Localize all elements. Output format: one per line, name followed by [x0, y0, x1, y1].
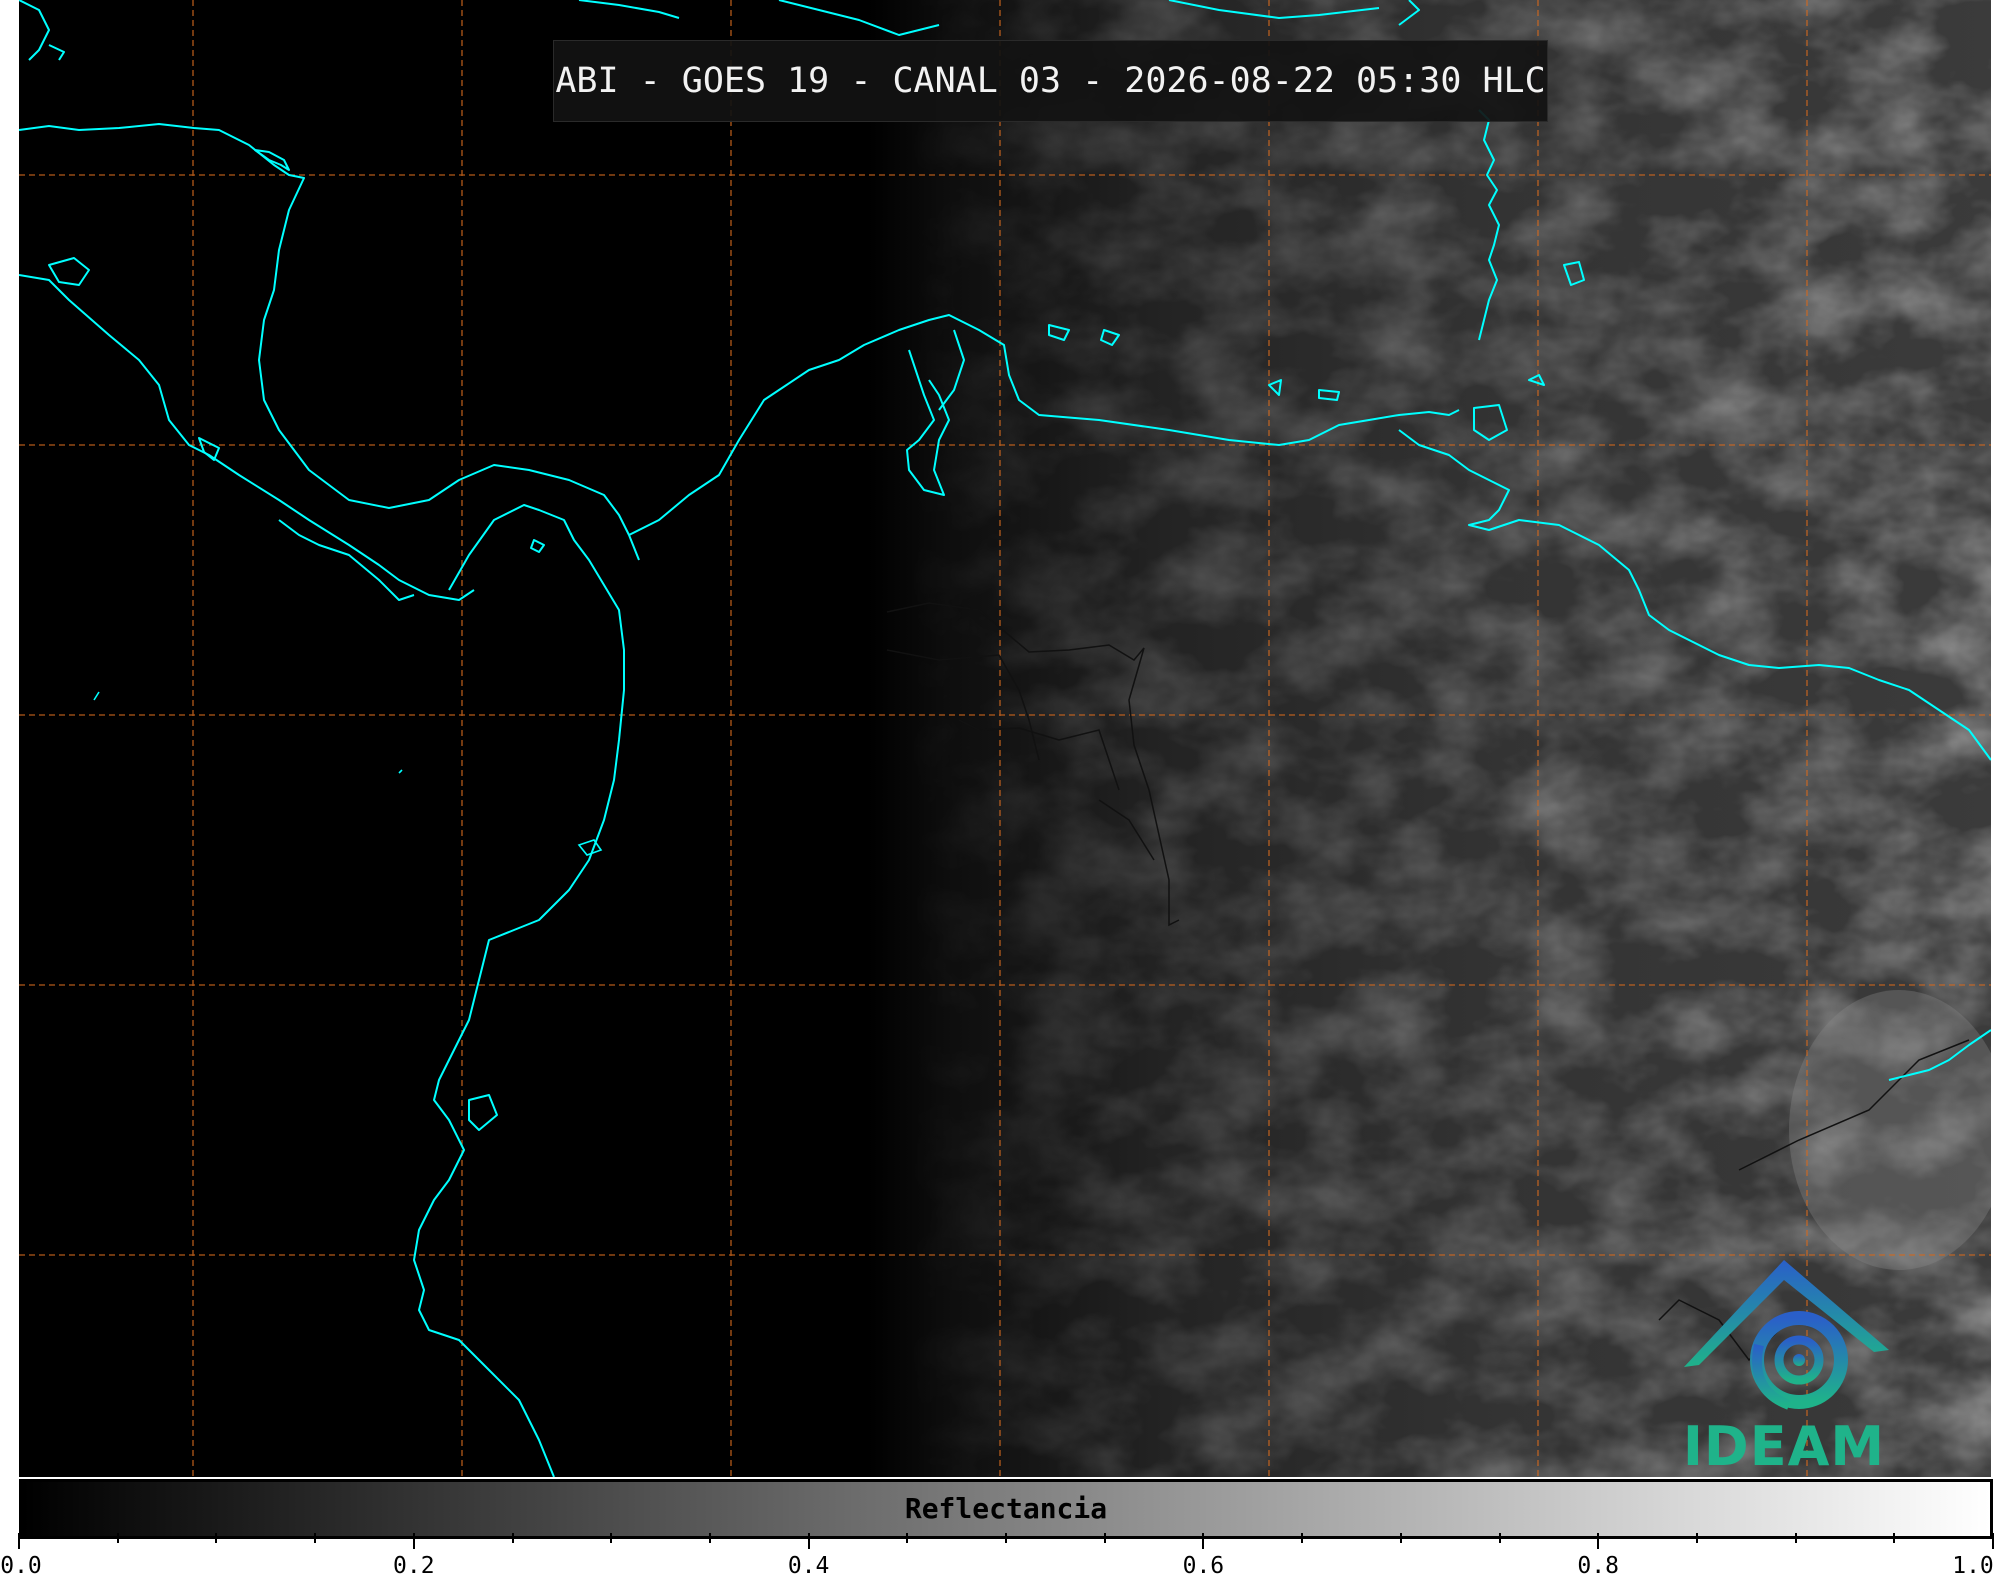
major-tick — [807, 1533, 810, 1549]
major-tick — [1992, 1533, 1994, 1549]
minor-tick — [906, 1533, 909, 1543]
minor-tick — [215, 1533, 218, 1543]
minor-tick — [1695, 1533, 1698, 1543]
minor-tick — [1103, 1533, 1106, 1543]
colorbar-label: Reflectancia — [904, 1492, 1108, 1525]
minor-tick — [1399, 1533, 1402, 1543]
colorbar-tick-label: 0.6 — [1182, 1553, 1225, 1579]
colorbar-tick-label: 0.4 — [787, 1553, 830, 1579]
colorbar-ticks: 0.0 0.2 0.4 0.6 0.8 1.0 — [0, 1533, 2011, 1579]
map-title: ABI - GOES 19 - CANAL 03 - 2026-08-22 05… — [553, 40, 1548, 122]
colorbar-tick-label: 0.2 — [393, 1553, 435, 1579]
minor-tick — [1794, 1533, 1797, 1543]
minor-tick — [1893, 1533, 1896, 1543]
colorbar-tick-label: 0.0 — [0, 1553, 42, 1579]
minor-tick — [1005, 1533, 1007, 1543]
major-tick — [1202, 1533, 1205, 1549]
ideam-logo: IDEAM — [1659, 1250, 1909, 1477]
logo-text: IDEAM — [1682, 1415, 1886, 1477]
minor-tick — [314, 1533, 317, 1543]
colorbar: Reflectancia — [19, 1479, 1993, 1539]
colorbar-tick-label: 0.8 — [1577, 1553, 1619, 1579]
minor-tick — [1498, 1533, 1501, 1543]
ideam-logo-icon — [1684, 1260, 1889, 1410]
minor-tick — [610, 1533, 613, 1543]
colorbar-tick-label: 1.0 — [1952, 1553, 1994, 1579]
satellite-map[interactable]: ABI - GOES 19 - CANAL 03 - 2026-08-22 05… — [19, 0, 1991, 1477]
major-tick — [1597, 1533, 1600, 1549]
minor-tick — [116, 1533, 119, 1543]
minor-tick — [708, 1533, 711, 1543]
major-tick — [412, 1533, 415, 1549]
minor-tick — [1301, 1533, 1304, 1543]
major-tick — [18, 1533, 20, 1549]
minor-tick — [511, 1533, 514, 1543]
